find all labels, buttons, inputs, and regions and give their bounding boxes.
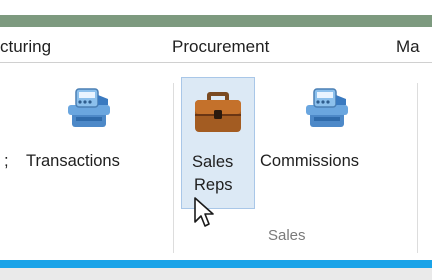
mouse-pointer-icon	[194, 197, 214, 227]
cash-register-icon	[306, 88, 348, 127]
briefcase-icon	[195, 92, 241, 132]
sales-reps-label-line2: Reps	[194, 176, 233, 194]
menu-item-manufacturing[interactable]: cturing	[0, 37, 51, 57]
group-separator	[173, 83, 174, 253]
group-separator	[417, 83, 418, 253]
content-area	[0, 268, 432, 280]
menu-bar: cturing Procurement Ma	[0, 27, 432, 63]
transactions-button[interactable]: Transactions	[20, 77, 166, 177]
commissions-button[interactable]: Commissions	[258, 77, 408, 177]
truncated-label: ;	[4, 152, 9, 170]
cash-register-icon	[68, 88, 110, 127]
status-accent-bar	[0, 260, 432, 268]
sales-reps-label-line1: Sales	[192, 153, 234, 171]
menu-item-procurement[interactable]: Procurement	[172, 37, 269, 57]
accent-bar	[0, 15, 432, 27]
ribbon-group-label: Sales	[268, 227, 306, 244]
transactions-label: Transactions	[26, 152, 120, 170]
menu-item-truncated[interactable]: Ma	[396, 37, 420, 57]
commissions-label: Commissions	[260, 152, 360, 170]
sales-reps-button[interactable]: Sales Reps	[181, 77, 255, 209]
